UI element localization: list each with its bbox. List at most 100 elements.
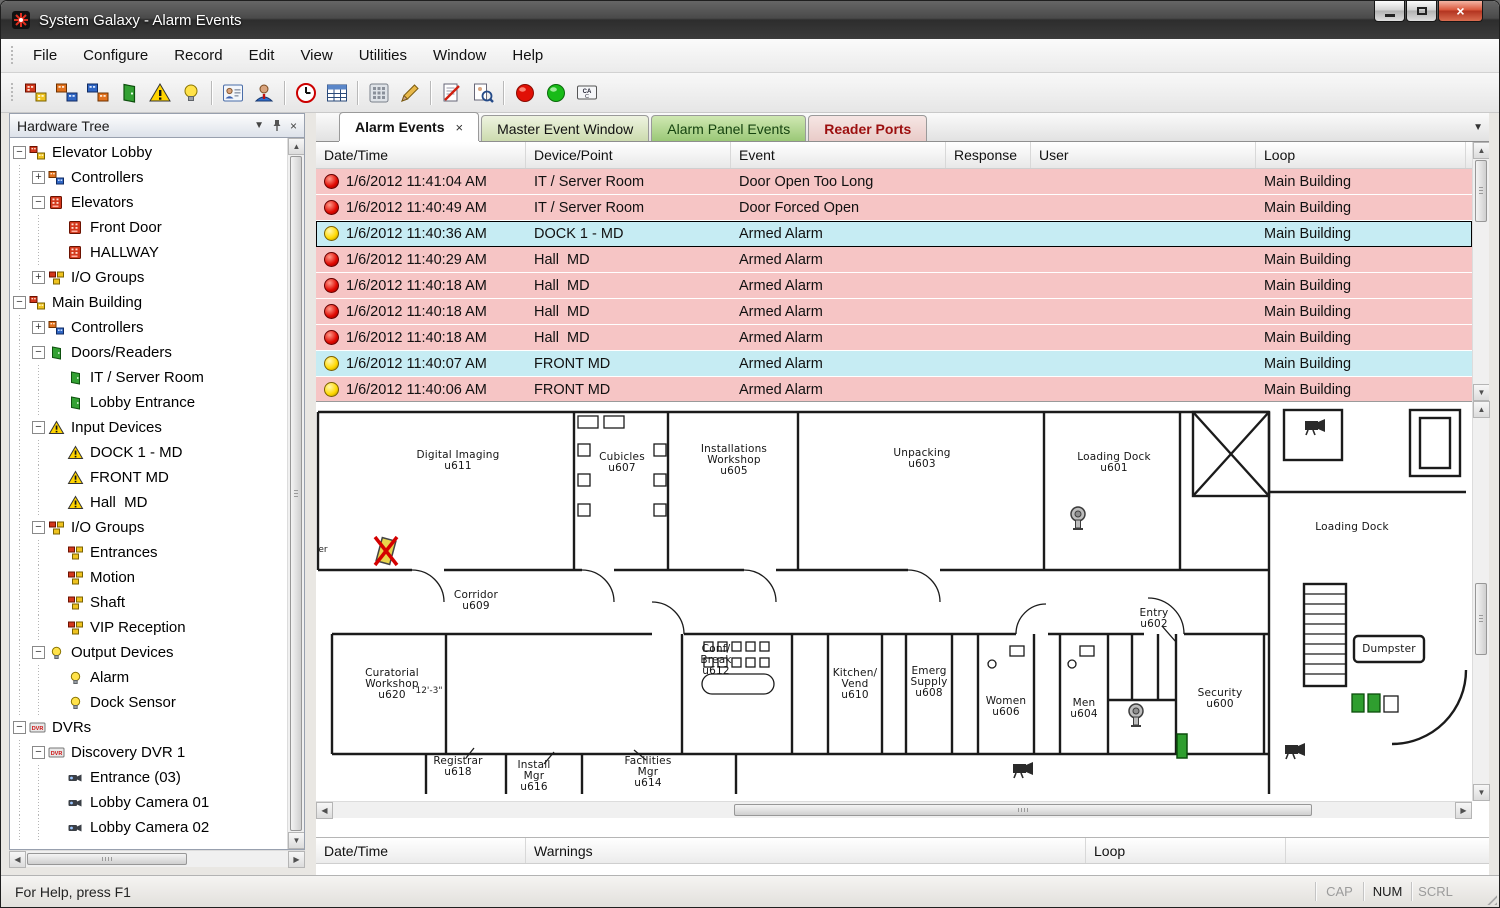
tree-node-entrances[interactable]: Entrances <box>10 540 287 565</box>
tab-close-icon[interactable]: × <box>455 120 463 135</box>
tree-expander-minus-icon[interactable]: − <box>32 746 45 759</box>
tree-node-entrance-03[interactable]: Entrance (03) <box>10 765 287 790</box>
tree-expander-plus-icon[interactable]: + <box>32 321 45 334</box>
menu-item-edit[interactable]: Edit <box>236 40 288 71</box>
event-row[interactable]: 1/6/2012 11:40:49 AMIT / Server RoomDoor… <box>316 195 1472 221</box>
scroll-right-icon[interactable]: ▶ <box>288 851 305 868</box>
tree-expander-minus-icon[interactable]: − <box>32 421 45 434</box>
menu-item-view[interactable]: View <box>287 40 345 71</box>
tree-expander-minus-icon[interactable]: − <box>32 196 45 209</box>
pin-icon[interactable] <box>272 119 282 132</box>
tree-node-dock-1-md[interactable]: DOCK 1 - MD <box>10 440 287 465</box>
warnings-column-header-date-time[interactable]: Date/Time <box>316 838 526 863</box>
tree-expander-minus-icon[interactable]: − <box>13 296 26 309</box>
tree-expander-plus-icon[interactable]: + <box>32 171 45 184</box>
title-bar[interactable]: System Galaxy - Alarm Events × <box>1 1 1499 39</box>
tree-node-front-md[interactable]: FRONT MD <box>10 465 287 490</box>
maximize-button[interactable] <box>1406 1 1437 22</box>
toolbar-cardholders-button[interactable] <box>217 77 248 108</box>
tree-node-lobby-entrance[interactable]: Lobby Entrance <box>10 390 287 415</box>
tree-node-elevator-lobby[interactable]: −Elevator Lobby <box>10 140 287 165</box>
column-header-device-point[interactable]: Device/Point <box>526 142 731 168</box>
column-header-response[interactable]: Response <box>946 142 1031 168</box>
menu-item-file[interactable]: File <box>20 40 70 71</box>
panel-dropdown-icon[interactable]: ▼ <box>254 120 264 131</box>
column-header-event[interactable]: Event <box>731 142 946 168</box>
tree-node-input-devices[interactable]: −Input Devices <box>10 415 287 440</box>
tree-horizontal-scrollbar[interactable]: ◀ ▶ <box>9 850 305 867</box>
scroll-down-icon[interactable]: ▼ <box>1473 784 1490 801</box>
event-row[interactable]: 1/6/2012 11:40:18 AMHall MDArmed AlarmMa… <box>316 299 1472 325</box>
toolbar-operators-button[interactable] <box>248 77 279 108</box>
column-header-loop[interactable]: Loop <box>1256 142 1466 168</box>
tree-scrollbar-thumb[interactable] <box>290 156 302 831</box>
tree-expander-plus-icon[interactable]: + <box>32 271 45 284</box>
toolbar-input-devices-button[interactable] <box>144 77 175 108</box>
event-table-scrollbar-thumb[interactable] <box>1475 160 1487 222</box>
event-row[interactable]: 1/6/2012 11:40:18 AMHall MDArmed AlarmMa… <box>316 273 1472 299</box>
column-header-user[interactable]: User <box>1031 142 1256 168</box>
scroll-right-icon[interactable]: ▶ <box>1455 802 1472 819</box>
panel-splitter[interactable] <box>305 113 316 867</box>
tab-alarm-events[interactable]: Alarm Events× <box>339 112 479 141</box>
tree-node-motion[interactable]: Motion <box>10 565 287 590</box>
toolbar-time-schedules-button[interactable] <box>290 77 321 108</box>
scroll-up-icon[interactable]: ▲ <box>1473 142 1489 159</box>
tab-master-event-window[interactable]: Master Event Window <box>481 115 649 141</box>
menu-item-window[interactable]: Window <box>420 40 499 71</box>
tab-reader-ports[interactable]: Reader Ports <box>808 115 927 141</box>
tree-node-vip-reception[interactable]: VIP Reception <box>10 615 287 640</box>
menu-item-configure[interactable]: Configure <box>70 40 161 71</box>
tree-expander-minus-icon[interactable]: − <box>13 721 26 734</box>
event-row[interactable]: 1/6/2012 11:40:36 AMDOCK 1 - MDArmed Ala… <box>316 221 1472 247</box>
minimize-button[interactable] <box>1374 1 1405 22</box>
event-row[interactable]: 1/6/2012 11:41:04 AMIT / Server RoomDoor… <box>316 169 1472 195</box>
tree-node-controllers[interactable]: +Controllers <box>10 165 287 190</box>
tree-node-controllers[interactable]: +Controllers <box>10 315 287 340</box>
hardware-tree-header[interactable]: Hardware Tree ▼ × <box>9 113 305 138</box>
scroll-down-icon[interactable]: ▼ <box>288 832 305 849</box>
floor-plan-vertical-scrollbar[interactable]: ▲ ▼ <box>1472 401 1489 801</box>
tree-node-i-o-groups[interactable]: −I/O Groups <box>10 515 287 540</box>
tab-alarm-panel-events[interactable]: Alarm Panel Events <box>651 115 806 141</box>
tree-node-front-door[interactable]: Front Door <box>10 215 287 240</box>
tree-node-i-o-groups[interactable]: +I/O Groups <box>10 265 287 290</box>
tree-node-lobby-camera-02[interactable]: Lobby Camera 02 <box>10 815 287 840</box>
tree-expander-minus-icon[interactable]: − <box>32 521 45 534</box>
tree-node-hall-md[interactable]: Hall MD <box>10 490 287 515</box>
menu-item-record[interactable]: Record <box>161 40 235 71</box>
toolbar-alarm-state-button[interactable] <box>509 77 540 108</box>
toolbar-output-devices-button[interactable] <box>175 77 206 108</box>
tree-node-shaft[interactable]: Shaft <box>10 590 287 615</box>
tree-node-main-building[interactable]: −Main Building <box>10 290 287 315</box>
toolbar-devices-button[interactable] <box>82 77 113 108</box>
event-row[interactable]: 1/6/2012 11:40:18 AMHall MDArmed AlarmMa… <box>316 325 1472 351</box>
toolbar-loops-button[interactable] <box>20 77 51 108</box>
toolbar-keypad-button[interactable] <box>363 77 394 108</box>
event-row[interactable]: 1/6/2012 11:40:29 AMHall MDArmed AlarmMa… <box>316 247 1472 273</box>
toolbar-edit-tools-button[interactable] <box>394 77 425 108</box>
toolbar-find-events-button[interactable] <box>436 77 467 108</box>
scroll-left-icon[interactable]: ◀ <box>9 851 26 868</box>
toolbar-cac-card-button[interactable]: CAC <box>571 77 602 108</box>
tree-node-alarm[interactable]: Alarm <box>10 665 287 690</box>
toolbar-find-badges-button[interactable] <box>467 77 498 108</box>
toolbar-doors-button[interactable] <box>113 77 144 108</box>
floor-plan-horizontal-scrollbar[interactable]: ◀ ▶ <box>316 801 1472 818</box>
menu-item-utilities[interactable]: Utilities <box>346 40 420 71</box>
tree-expander-minus-icon[interactable]: − <box>32 346 45 359</box>
toolbar-normal-state-button[interactable] <box>540 77 571 108</box>
resize-grip[interactable] <box>1483 891 1497 905</box>
scroll-down-icon[interactable]: ▼ <box>1473 384 1489 401</box>
tree-vertical-scrollbar[interactable]: ▲ ▼ <box>287 138 304 849</box>
column-header-date-time[interactable]: Date/Time <box>316 142 526 168</box>
tree-node-output-devices[interactable]: −Output Devices <box>10 640 287 665</box>
tree-node-hallway[interactable]: HALLWAY <box>10 240 287 265</box>
tab-list-dropdown-icon[interactable]: ▼ <box>1473 122 1483 133</box>
tree-expander-minus-icon[interactable]: − <box>32 646 45 659</box>
tree-node-lobby-camera-01[interactable]: Lobby Camera 01 <box>10 790 287 815</box>
tree-node-doors-readers[interactable]: −Doors/Readers <box>10 340 287 365</box>
event-row[interactable]: 1/6/2012 11:40:07 AMFRONT MDArmed AlarmM… <box>316 351 1472 377</box>
scroll-up-icon[interactable]: ▲ <box>1473 401 1490 418</box>
event-row[interactable]: 1/6/2012 11:40:06 AMFRONT MDArmed AlarmM… <box>316 377 1472 401</box>
